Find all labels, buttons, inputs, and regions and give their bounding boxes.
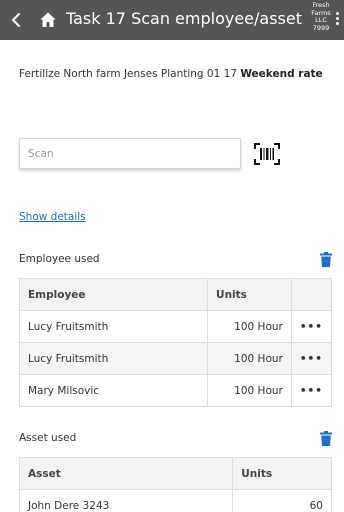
employee-name: Mary Milsovic xyxy=(18,374,209,407)
overflow-menu-icon[interactable] xyxy=(334,12,340,28)
column-header-actions xyxy=(290,278,333,311)
delete-assets-icon[interactable] xyxy=(320,431,332,446)
app-bar: Task 17 Scan employee/asset Fresh Farms … xyxy=(0,0,344,40)
employee-name: Lucy Fruitsmith xyxy=(18,310,209,343)
scan-input[interactable] xyxy=(19,138,241,169)
table-row[interactable]: Lucy Fruitsmith 100 Hour ••• xyxy=(18,342,333,375)
home-icon[interactable] xyxy=(39,11,57,29)
employee-name: Lucy Fruitsmith xyxy=(18,342,209,375)
delete-employees-icon[interactable] xyxy=(320,252,332,267)
row-more-options-icon[interactable]: ••• xyxy=(290,374,333,407)
row-more-options-icon[interactable]: ••• xyxy=(290,342,333,375)
company-name: Fresh Farms LLC 7999 xyxy=(309,1,333,32)
show-details-link[interactable]: Show details xyxy=(19,211,86,223)
asset-table: Asset Units John Dere 3243 60 xyxy=(18,457,332,512)
barcode-scan-icon[interactable] xyxy=(254,143,280,165)
table-header-row: Employee Units xyxy=(18,278,333,311)
asset-units: 60 xyxy=(232,489,332,512)
page-title: Task 17 Scan employee/asset xyxy=(66,9,303,28)
employee-table: Employee Units Lucy Fruitsmith 100 Hour … xyxy=(18,278,333,407)
employee-units: 100 Hour xyxy=(207,310,292,343)
table-row[interactable]: Mary Milsovic 100 Hour ••• xyxy=(18,374,333,407)
column-header-employee[interactable]: Employee xyxy=(18,278,209,311)
employee-units: 100 Hour xyxy=(207,374,292,407)
asset-name: John Dere 3243 xyxy=(18,489,234,512)
table-header-row: Asset Units xyxy=(18,457,332,490)
row-more-options-icon[interactable]: ••• xyxy=(290,310,333,343)
rate-label: Weekend rate xyxy=(240,68,323,80)
back-arrow-icon[interactable] xyxy=(8,10,26,30)
employee-section-label: Employee used xyxy=(19,253,100,265)
company-line: 7999 xyxy=(312,23,330,32)
column-header-asset[interactable]: Asset xyxy=(18,457,234,490)
column-header-units[interactable]: Units xyxy=(207,278,292,311)
employee-units: 100 Hour xyxy=(207,342,292,375)
column-header-units[interactable]: Units xyxy=(232,457,332,490)
task-description-text: Fertilize North farm Jenses Planting 01 … xyxy=(19,68,237,80)
table-row[interactable]: John Dere 3243 60 xyxy=(18,489,332,512)
task-description: Fertilize North farm Jenses Planting 01 … xyxy=(19,68,323,80)
table-row[interactable]: Lucy Fruitsmith 100 Hour ••• xyxy=(18,310,333,343)
asset-section-label: Asset used xyxy=(19,432,77,444)
